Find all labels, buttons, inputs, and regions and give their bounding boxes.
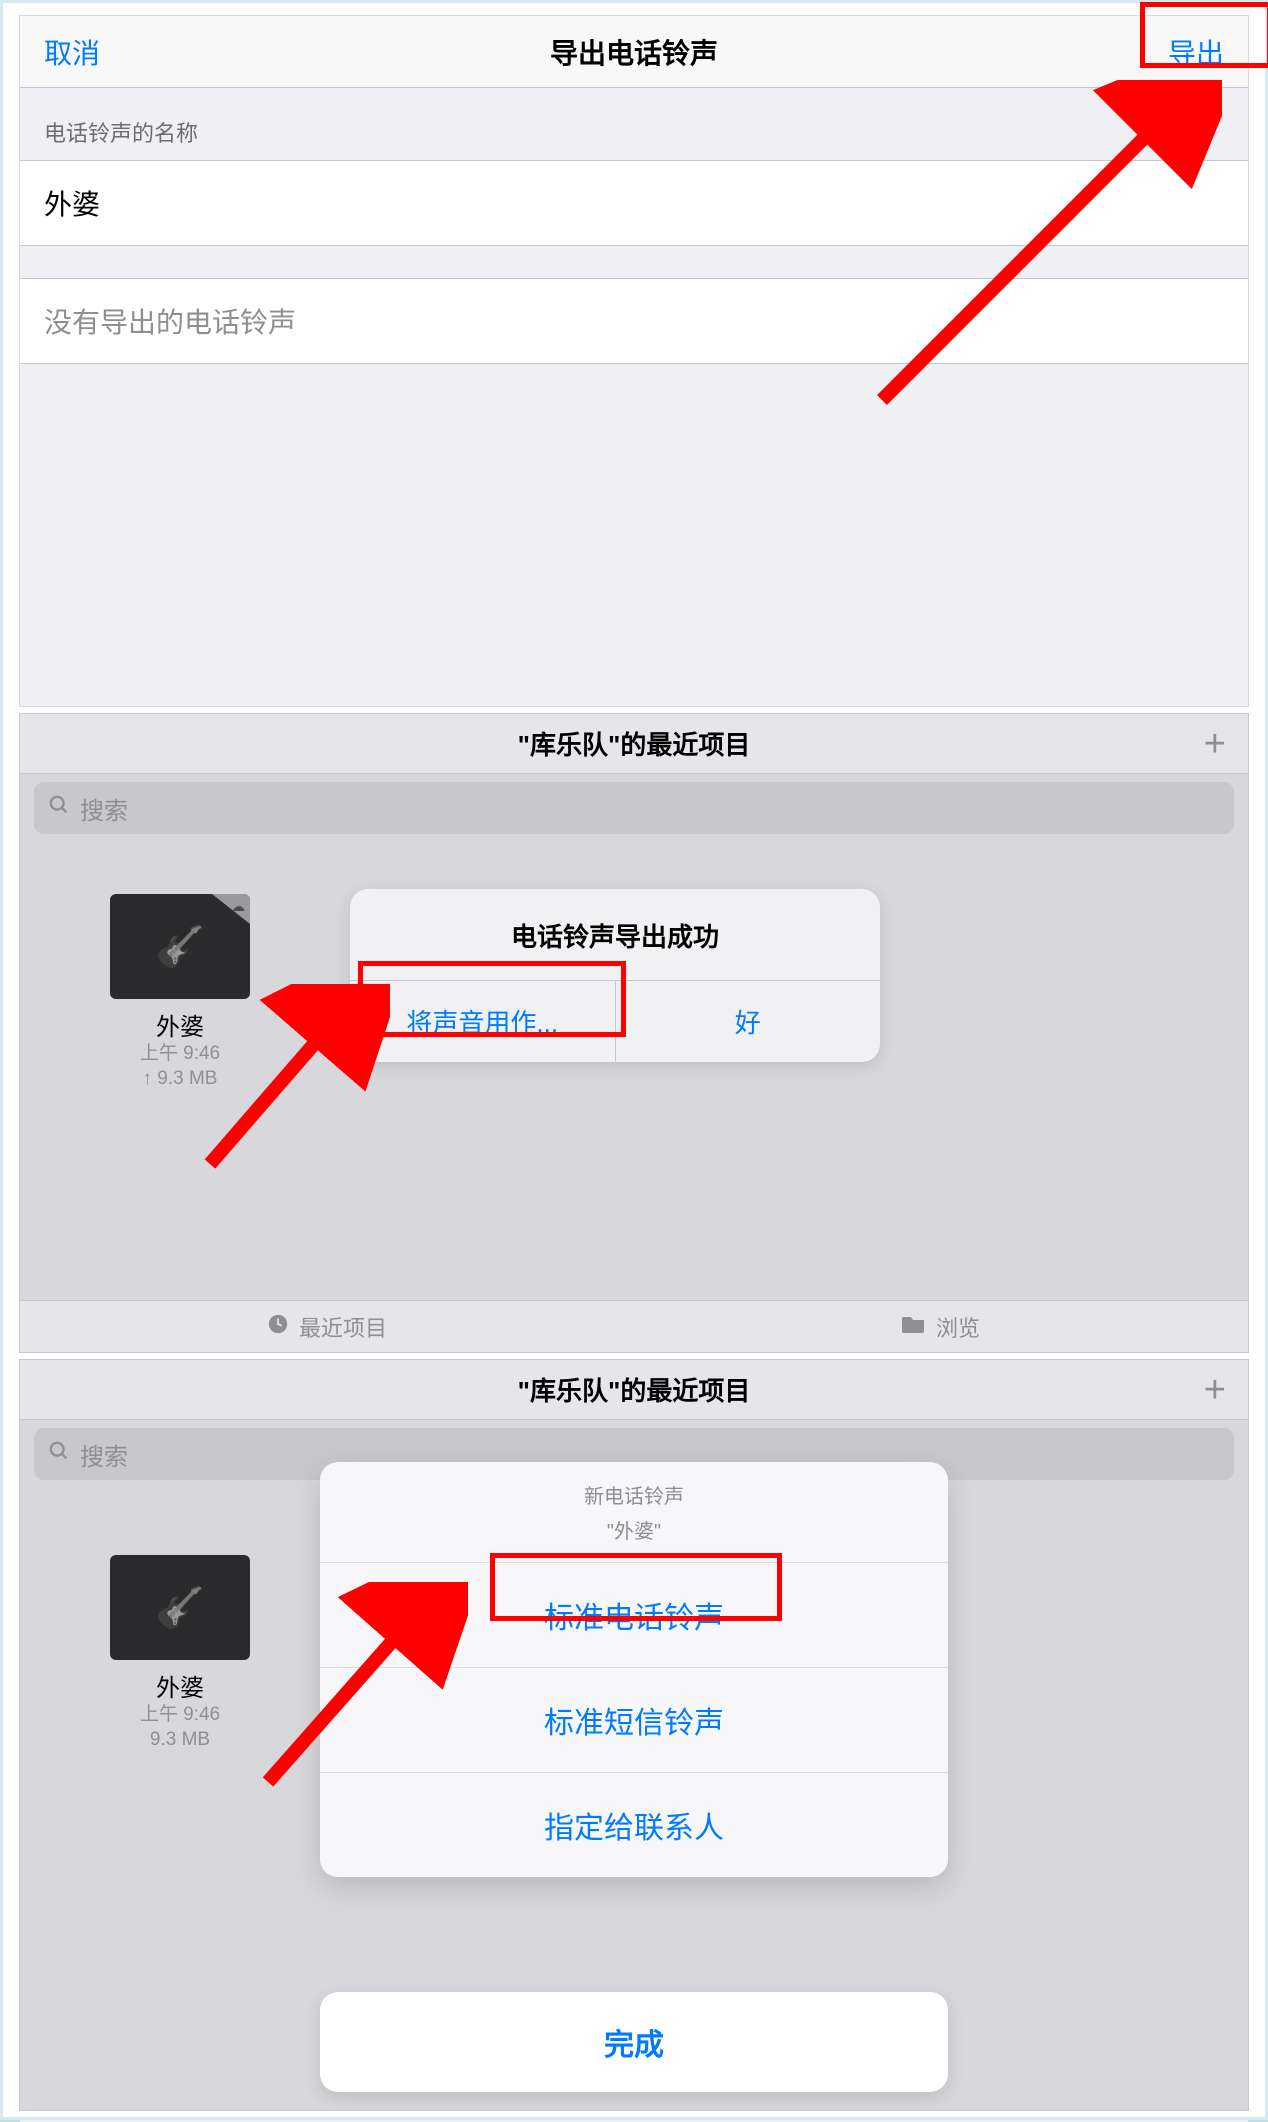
navbar: 取消 导出电话铃声 导出 [20, 16, 1248, 88]
project-thumbnail: 🎸 [110, 1555, 250, 1660]
tab-label: 最近项目 [299, 1311, 387, 1343]
guitar-icon: 🎸 [155, 923, 205, 970]
sheet-header: 新电话铃声 [320, 1462, 948, 1515]
cancel-button[interactable]: 取消 [44, 32, 100, 72]
option-assign-to-contact[interactable]: 指定给联系人 [320, 1772, 948, 1877]
action-sheet-new-ringtone: 新电话铃声 "外婆" 标准电话铃声 标准短信铃声 指定给联系人 [320, 1462, 948, 1877]
search-bar[interactable]: 搜索 [34, 782, 1234, 834]
ringtone-name-field[interactable]: 外婆 [20, 160, 1248, 246]
folder-icon [902, 1314, 926, 1340]
alert-message: 电话铃声导出成功 [350, 889, 880, 980]
recents-title: "库乐队"的最近项目 [518, 1371, 751, 1408]
project-size: 9.3 MB [110, 1728, 250, 1753]
done-button[interactable]: 完成 [320, 1992, 948, 2092]
panel-garageband-recents-2: "库乐队"的最近项目 + 搜索 🎸 外婆 上午 9:46 9.3 MB 新电话铃… [19, 1359, 1249, 2111]
guitar-icon: 🎸 [155, 1584, 205, 1631]
recents-title-row: "库乐队"的最近项目 + [20, 714, 1248, 774]
use-sound-as-button[interactable]: 将声音用作... [350, 981, 615, 1062]
no-exported-ringtones: 没有导出的电话铃声 [20, 278, 1248, 364]
project-time: 上午 9:46 [110, 1703, 250, 1728]
nav-title: 导出电话铃声 [550, 32, 718, 72]
section-header-ringtone-name: 电话铃声的名称 [20, 88, 1248, 160]
cloud-download-icon: ☁ [231, 898, 245, 915]
project-item[interactable]: 🎸 ☁ 外婆 上午 9:46 ↑ 9.3 MB [110, 894, 250, 1091]
tab-bar: 最近项目 浏览 [20, 1300, 1248, 1352]
add-button[interactable]: + [1204, 725, 1226, 763]
ok-button[interactable]: 好 [615, 981, 881, 1062]
project-size: ↑ 9.3 MB [110, 1067, 250, 1092]
project-time: 上午 9:46 [110, 1042, 250, 1067]
recents-title: "库乐队"的最近项目 [518, 725, 751, 762]
sheet-subtitle: "外婆" [320, 1515, 948, 1562]
clock-icon [267, 1313, 289, 1341]
search-placeholder: 搜索 [80, 1437, 128, 1472]
project-thumbnail: 🎸 ☁ [110, 894, 250, 999]
recents-title-row: "库乐队"的最近项目 + [20, 1360, 1248, 1420]
panel-garageband-recents-1: "库乐队"的最近项目 + 搜索 🎸 ☁ 外婆 上午 9:46 ↑ 9.3 MB … [19, 713, 1249, 1353]
tab-label: 浏览 [936, 1311, 980, 1343]
project-item[interactable]: 🎸 外婆 上午 9:46 9.3 MB [110, 1555, 250, 1752]
tab-browse[interactable]: 浏览 [634, 1301, 1248, 1352]
option-standard-text-tone[interactable]: 标准短信铃声 [320, 1667, 948, 1772]
add-button[interactable]: + [1204, 1371, 1226, 1409]
search-icon [48, 1440, 70, 1469]
export-button[interactable]: 导出 [1168, 32, 1224, 72]
project-name: 外婆 [110, 1668, 250, 1703]
search-placeholder: 搜索 [80, 791, 128, 826]
tab-recents[interactable]: 最近项目 [20, 1301, 634, 1352]
option-standard-ringtone[interactable]: 标准电话铃声 [320, 1562, 948, 1667]
panel-export-ringtone: 取消 导出电话铃声 导出 电话铃声的名称 外婆 没有导出的电话铃声 [19, 15, 1249, 707]
alert-export-success: 电话铃声导出成功 将声音用作... 好 [350, 889, 880, 1062]
search-icon [48, 794, 70, 823]
project-name: 外婆 [110, 1007, 250, 1042]
